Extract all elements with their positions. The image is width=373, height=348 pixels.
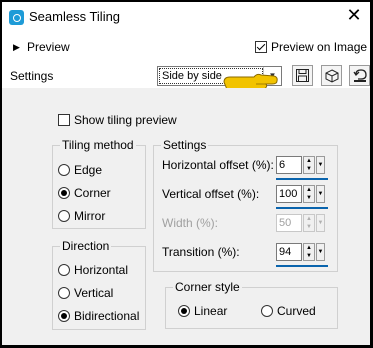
save-icon	[296, 69, 309, 82]
preview-on-image-label[interactable]: Preview on Image	[271, 40, 367, 54]
radio-linear-label[interactable]: Linear	[194, 304, 227, 318]
width-dropdown: ▼	[316, 214, 325, 232]
horizontal-offset-label: Horizontal offset (%):	[162, 158, 274, 172]
radio-edge[interactable]	[58, 164, 70, 176]
show-tiling-preview-checkbox[interactable]	[58, 114, 70, 126]
radio-vertical-label[interactable]: Vertical	[74, 286, 113, 300]
horizontal-offset-slider[interactable]	[276, 178, 328, 180]
radio-vertical[interactable]	[58, 287, 70, 299]
transition-label: Transition (%):	[162, 245, 240, 259]
transition-stepper[interactable]: ▲ ▼	[303, 243, 315, 261]
dialog-window: Seamless Tiling ✕ ▶ Preview Preview on I…	[2, 2, 370, 345]
radio-corner[interactable]	[58, 187, 70, 199]
preview-on-image-checkbox[interactable]	[255, 41, 267, 53]
transition-input[interactable]: 94	[276, 243, 302, 261]
radio-horizontal-label[interactable]: Horizontal	[74, 263, 128, 277]
settings-panel: Show tiling preview Tiling method Edge C…	[2, 88, 370, 345]
transition-slider[interactable]	[276, 265, 328, 267]
transition-dropdown[interactable]: ▼	[316, 243, 325, 261]
horizontal-offset-stepper[interactable]: ▲ ▼	[303, 156, 315, 174]
top-controls: ▶ Preview Preview on Image Settings Side…	[2, 32, 370, 97]
show-tiling-preview-label[interactable]: Show tiling preview	[74, 113, 177, 127]
offset-settings-group: Settings Horizontal offset (%): 6 ▲ ▼ ▼ V…	[153, 138, 338, 272]
radio-bidirectional-label[interactable]: Bidirectional	[74, 309, 139, 323]
width-label: Width (%):	[162, 216, 219, 230]
horizontal-offset-dropdown[interactable]: ▼	[316, 156, 325, 174]
settings-label: Settings	[10, 69, 54, 83]
radio-curved-label[interactable]: Curved	[277, 304, 316, 318]
direction-title: Direction	[60, 239, 112, 253]
width-stepper: ▲ ▼	[303, 214, 315, 232]
radio-mirror-label[interactable]: Mirror	[74, 209, 105, 223]
title-bar: Seamless Tiling ✕	[2, 2, 370, 32]
reset-icon	[353, 69, 367, 82]
window-title: Seamless Tiling	[29, 9, 121, 24]
save-preset-button[interactable]	[292, 65, 313, 86]
vertical-offset-input[interactable]: 100	[276, 185, 302, 203]
cube-icon	[325, 69, 339, 83]
tiling-method-title: Tiling method	[60, 138, 136, 152]
vertical-offset-dropdown[interactable]: ▼	[316, 185, 325, 203]
radio-corner-label[interactable]: Corner	[74, 186, 111, 200]
horizontal-offset-input[interactable]: 6	[276, 156, 302, 174]
radio-curved[interactable]	[261, 305, 273, 317]
offset-settings-title: Settings	[161, 138, 209, 152]
vertical-offset-stepper[interactable]: ▲ ▼	[303, 185, 315, 203]
vertical-offset-label: Vertical offset (%):	[162, 187, 260, 201]
vertical-offset-slider[interactable]	[276, 207, 328, 209]
chevron-right-icon[interactable]: ▶	[13, 42, 20, 53]
radio-horizontal[interactable]	[58, 264, 70, 276]
preview-toggle-label[interactable]: Preview	[27, 40, 70, 54]
app-icon	[9, 10, 24, 25]
radio-linear[interactable]	[178, 305, 190, 317]
random-preset-button[interactable]	[321, 65, 342, 86]
tiling-method-group: Tiling method Edge Corner Mirror	[52, 138, 146, 229]
width-input: 50	[276, 214, 302, 232]
close-icon[interactable]: ✕	[344, 5, 364, 25]
radio-mirror[interactable]	[58, 210, 70, 222]
corner-style-group: Corner style Linear Curved	[165, 280, 338, 329]
radio-edge-label[interactable]: Edge	[74, 163, 102, 177]
reset-button[interactable]	[349, 65, 370, 86]
direction-group: Direction Horizontal Vertical Bidirectio…	[52, 239, 146, 330]
radio-bidirectional[interactable]	[58, 310, 70, 322]
corner-style-title: Corner style	[173, 280, 242, 294]
